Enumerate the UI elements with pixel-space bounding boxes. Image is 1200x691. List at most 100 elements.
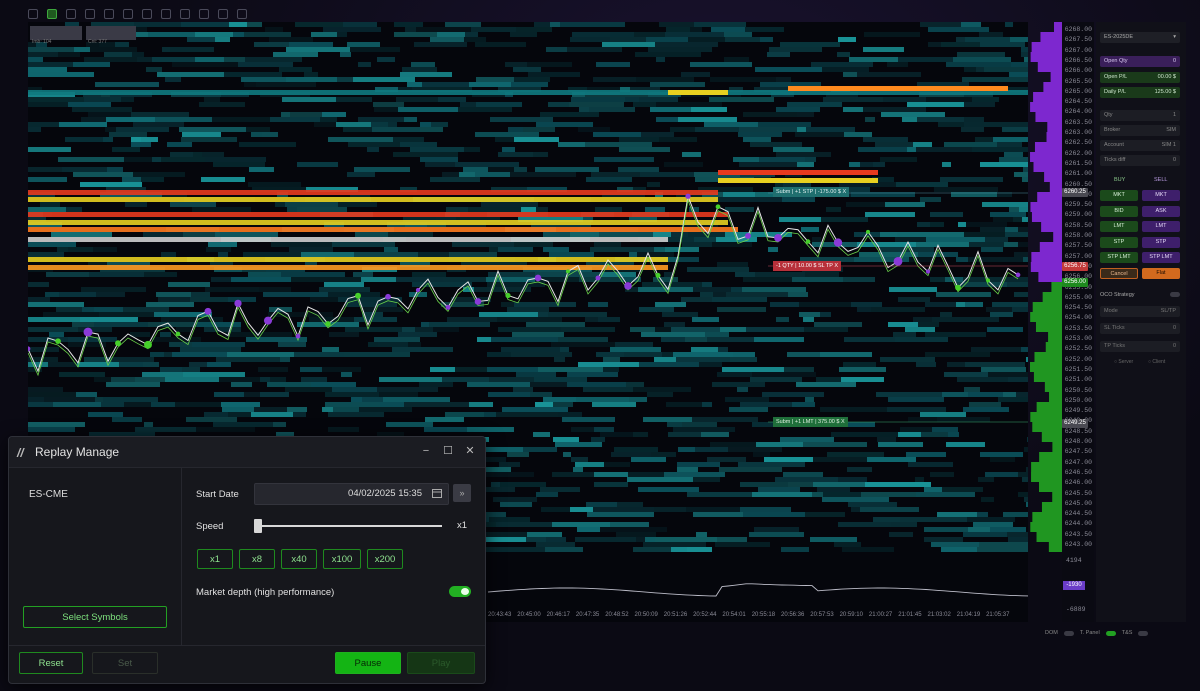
heat-cell: [263, 292, 328, 297]
maximize-icon[interactable]: ☐: [441, 444, 455, 458]
speed-slider-thumb[interactable]: [254, 519, 262, 533]
buy-stp-lmt-button[interactable]: STP LMT: [1100, 252, 1138, 263]
heat-cell: [594, 157, 654, 162]
heat-cell: [1008, 537, 1028, 542]
heat-cell: [915, 477, 924, 482]
sl-ticks-row[interactable]: SL Ticks 0: [1100, 323, 1180, 334]
buy-mkt-button[interactable]: MKT: [1100, 190, 1138, 201]
instrument-select[interactable]: ES-2025DE ▾: [1100, 32, 1180, 43]
set-button[interactable]: Set: [92, 652, 158, 674]
heat-cell: [112, 417, 142, 422]
heat-cell: [710, 77, 776, 82]
heat-cell: [301, 377, 327, 382]
client-radio[interactable]: ○ Client: [1148, 359, 1165, 365]
cancel-button[interactable]: Cancel: [1100, 268, 1138, 279]
heat-cell: [585, 317, 598, 322]
tpanel-toggle[interactable]: [1105, 630, 1116, 636]
heat-cell: [759, 157, 805, 162]
heat-cell: [301, 252, 354, 257]
start-date-input[interactable]: 04/02/2025 15:35: [254, 483, 449, 505]
heat-cell: [1021, 347, 1028, 352]
measure-tool-icon[interactable]: [199, 9, 209, 19]
reset-button[interactable]: Reset: [19, 652, 83, 674]
heat-cell: [324, 282, 364, 287]
heat-cell: [543, 247, 569, 252]
play-button[interactable]: Play: [407, 652, 475, 674]
heat-cell: [491, 482, 500, 487]
rect-tool-icon[interactable]: [161, 9, 171, 19]
tp-ticks-row[interactable]: TP Ticks 0: [1100, 341, 1180, 352]
calendar-icon[interactable]: [432, 488, 442, 498]
trade-bubble: [1015, 272, 1021, 278]
price-axis[interactable]: 6268.00 6267.50 6267.00 6266.50 6266.00 6265.…: [1062, 22, 1094, 622]
pointer-icon[interactable]: [28, 9, 38, 19]
liquidity-band: [28, 197, 718, 202]
speed-x40-button[interactable]: x40: [281, 549, 317, 569]
qty-stepper[interactable]: Qty 1: [1100, 110, 1180, 121]
heat-cell: [394, 32, 437, 37]
eraser-icon[interactable]: [237, 9, 247, 19]
pause-button[interactable]: Pause: [335, 652, 401, 674]
symbol-list-item[interactable]: ES-CME: [29, 489, 68, 500]
sell-stp-lmt-button[interactable]: STP LMT: [1142, 252, 1180, 263]
heat-cell: [982, 202, 1028, 207]
sell-lmt-button[interactable]: LMT: [1142, 221, 1180, 232]
dom-toggle[interactable]: [1063, 630, 1074, 636]
heat-cell: [190, 297, 228, 302]
speed-x1-button[interactable]: x1: [197, 549, 233, 569]
oco-toggle[interactable]: [1170, 292, 1180, 297]
price-label: 6263.50: [1064, 118, 1092, 126]
ray-tool-icon[interactable]: [85, 9, 95, 19]
select-symbols-button[interactable]: Select Symbols: [23, 606, 167, 628]
heat-cell: [68, 247, 93, 252]
buy-lmt-button[interactable]: LMT: [1100, 221, 1138, 232]
server-radio[interactable]: ○ Server: [1114, 359, 1133, 365]
heat-cell: [813, 482, 865, 487]
jump-forward-icon[interactable]: »: [453, 484, 471, 502]
heat-cell: [28, 47, 74, 52]
speed-x8-button[interactable]: x8: [239, 549, 275, 569]
heat-cell: [144, 422, 153, 427]
pen-tool-icon[interactable]: [142, 9, 152, 19]
heat-cell: [28, 362, 48, 367]
heat-cell: [481, 537, 526, 542]
heat-cell: [690, 62, 752, 67]
buy-stp-button[interactable]: STP: [1100, 236, 1138, 248]
heat-cell: [345, 327, 402, 332]
heat-cell: [575, 537, 636, 542]
dialog-titlebar[interactable]: // Replay Manage − ☐ ✕: [9, 437, 485, 468]
trade-bubble: [474, 298, 482, 305]
ticks-diff-row[interactable]: Ticks diff 0: [1100, 155, 1180, 166]
hline-tool-icon[interactable]: [104, 9, 114, 19]
heat-cell: [770, 302, 799, 307]
heat-cell: [572, 32, 634, 37]
account-select[interactable]: Account SIM 1: [1100, 140, 1180, 151]
ts-toggle[interactable]: [1138, 630, 1149, 636]
speed-x200-button[interactable]: x200: [367, 549, 403, 569]
buy-bid-button[interactable]: BID: [1100, 205, 1138, 217]
heat-cell: [561, 327, 615, 332]
heat-cell: [898, 297, 930, 302]
heat-cell: [332, 387, 377, 392]
flat-button[interactable]: Flat: [1142, 268, 1180, 279]
broker-select[interactable]: Broker SIM: [1100, 125, 1180, 136]
close-icon[interactable]: ✕: [463, 444, 477, 458]
heat-cell: [248, 182, 301, 187]
heat-cell: [68, 102, 111, 107]
heat-cell: [511, 352, 572, 357]
heat-cell: [410, 147, 464, 152]
select-tool-icon[interactable]: [47, 9, 57, 19]
sell-ask-button[interactable]: ASK: [1142, 205, 1180, 217]
text-tool-icon[interactable]: [180, 9, 190, 19]
mode-select[interactable]: Mode SL/TP: [1100, 306, 1180, 317]
speed-x100-button[interactable]: x100: [323, 549, 361, 569]
sell-stp-button[interactable]: STP: [1142, 236, 1180, 248]
time-axis[interactable]: 20:43:43 20:45:00 20:46:17 20:47:35 20:48:52…: [480, 612, 1020, 624]
magnet-icon[interactable]: [218, 9, 228, 19]
vline-tool-icon[interactable]: [123, 9, 133, 19]
dom-bar: [1031, 462, 1062, 472]
line-tool-icon[interactable]: [66, 9, 76, 19]
minimize-icon[interactable]: −: [419, 444, 433, 458]
speed-slider-track[interactable]: [258, 525, 442, 527]
sell-mkt-button[interactable]: MKT: [1142, 190, 1180, 201]
